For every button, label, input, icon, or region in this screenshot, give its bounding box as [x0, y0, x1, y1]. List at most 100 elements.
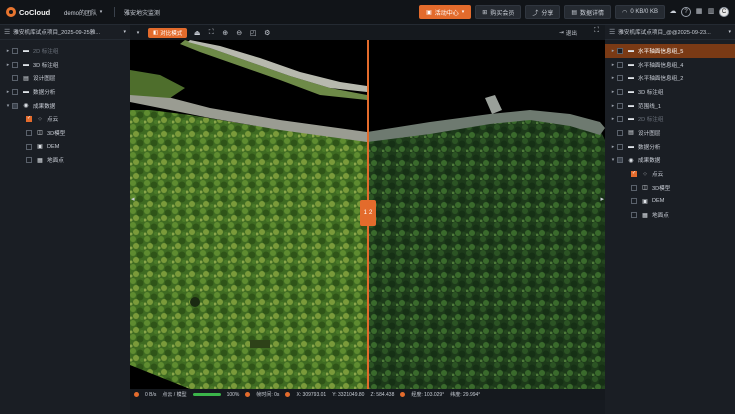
layer-item[interactable]: ▸ ▬ 范围线_1	[605, 99, 735, 113]
layer-checkbox[interactable]	[617, 157, 623, 164]
pointcloud-icon: ⁘	[642, 171, 648, 178]
chevron-down-icon: ▾	[461, 9, 465, 15]
app-logo[interactable]: CoCloud	[6, 7, 58, 17]
layer-item[interactable]: ▸ ▬ 水平轴面信息组_4	[605, 58, 735, 72]
chevron-right-icon[interactable]: ▸	[609, 48, 617, 54]
layer-item[interactable]: ▸ ▬ 水平轴面信息组_5	[605, 44, 735, 58]
buy-membership-button[interactable]: ⊞ 购买会员	[475, 5, 522, 19]
nav-right-arrow-icon[interactable]: ▸	[600, 195, 604, 203]
team-selector[interactable]: demo的团队 ▾	[64, 8, 105, 17]
chevron-right-icon[interactable]: ▸	[4, 89, 12, 95]
layer-item[interactable]: ▸ ▬ 3D 标注组	[605, 85, 735, 99]
layer-checkbox[interactable]	[631, 212, 637, 219]
layer-item[interactable]: ▦ 地面点	[605, 208, 735, 222]
layer-checkbox[interactable]	[26, 115, 32, 123]
layer-checkbox[interactable]	[26, 157, 32, 164]
fit-view-icon[interactable]: ⛶	[207, 29, 215, 37]
layer-item[interactable]: ▣ DEM	[605, 195, 735, 209]
layer-checkbox[interactable]	[617, 143, 623, 150]
chevron-down-icon[interactable]: ▾	[609, 157, 617, 163]
layer-checkbox[interactable]	[26, 143, 32, 150]
layer-item[interactable]: ▤ 设计图层	[605, 126, 735, 140]
layer-checkbox[interactable]	[631, 184, 637, 191]
layer-label: 2D 标注组	[638, 117, 664, 124]
layer-checkbox[interactable]	[631, 198, 637, 205]
layer-checkbox[interactable]	[617, 129, 623, 136]
net-speed: 0 B/s	[145, 391, 157, 398]
chevron-down-icon: ▾	[99, 9, 103, 15]
layer-item[interactable]: ▸ ▬ 2D 标注组	[605, 112, 735, 126]
layer-item[interactable]: ▾ ◉ 成果数据	[605, 154, 735, 168]
latitude: 纬度: 29.994°	[450, 392, 481, 398]
divider	[114, 7, 116, 17]
layer-checkbox[interactable]	[12, 88, 18, 95]
chevron-right-icon[interactable]: ▸	[609, 75, 617, 81]
layer-item[interactable]: ▸ ▬ 3D 标注组	[0, 58, 130, 72]
layer-checkbox[interactable]	[12, 47, 18, 54]
load-progress-bar	[192, 393, 221, 396]
left-layer-tree: ▸ ▬ 2D 标注组 ▸ ▬ 3D 标注组 ▤ 设计图层 ▸ ▬ 数据分析 ▾ ◉ 成果数据 ⁘ 点云 ◫ 3D模…	[0, 40, 130, 167]
fullscreen-icon[interactable]: ⛶	[594, 27, 599, 35]
compare-mode-button[interactable]: ◧ 对比模式	[148, 27, 188, 38]
compare-icon: ◧	[153, 29, 159, 36]
chevron-right-icon[interactable]: ▸	[609, 144, 617, 150]
layers-icon[interactable]: ◰	[249, 29, 257, 37]
right-project-selector[interactable]: ☰ 雅安机库试点项目_@@2025-09-23... ▾	[605, 25, 735, 40]
layer-item[interactable]: ▸ ▬ 水平轴面信息组_2	[605, 71, 735, 85]
layer-item[interactable]: ▸ ▬ 2D 标注组	[0, 44, 130, 58]
layer-item[interactable]: ⁘ 点云	[605, 167, 735, 181]
layer-checkbox[interactable]	[26, 129, 32, 136]
layer-item[interactable]: ▾ ◉ 成果数据	[0, 99, 130, 113]
nav-left-arrow-icon[interactable]: ◂	[131, 195, 135, 203]
layer-checkbox[interactable]	[12, 61, 18, 68]
left-project-selector[interactable]: ☰ 雅安机库试点项目_2025-09-25雅... ▾	[0, 25, 130, 40]
layer-checkbox[interactable]	[617, 102, 623, 109]
layer-checkbox[interactable]	[617, 88, 623, 95]
layer-item[interactable]: ◫ 3D模型	[0, 126, 130, 140]
folder-icon: ▬	[628, 102, 634, 109]
chevron-right-icon[interactable]: ▸	[609, 89, 617, 95]
zoom-in-icon[interactable]: ⊕	[221, 29, 229, 37]
coord-y: Y: 3321049.80	[332, 391, 365, 398]
avatar[interactable]: C	[719, 7, 729, 17]
render-mode: 点云 / 模型	[162, 392, 187, 398]
layer-checkbox[interactable]	[617, 75, 623, 82]
chevron-down-icon[interactable]: ▾	[4, 103, 12, 109]
grid-icon[interactable]: ▦	[695, 8, 703, 16]
settings-icon[interactable]: ⚙	[263, 29, 271, 37]
chevron-right-icon[interactable]: ▸	[609, 103, 617, 109]
exit-icon: ⇥	[559, 29, 564, 36]
layout-icon[interactable]: ▥	[707, 8, 715, 16]
layer-checkbox[interactable]	[617, 61, 623, 68]
layer-item[interactable]: ▸ ▬ 数据分析	[0, 85, 130, 99]
layer-checkbox[interactable]	[631, 170, 637, 178]
layer-checkbox[interactable]	[617, 116, 623, 123]
folder-icon: ▬	[23, 88, 29, 95]
exit-button[interactable]: ⇥ 退出	[559, 27, 577, 38]
progress-text: 100%	[226, 391, 240, 398]
compare-viewport[interactable]: ▾ ◧ 对比模式 ⏏ ⛶ ⊕ ⊖ ◰ ⚙ ⇥ 退出 ⛶ ◂ ▸ 1 2	[130, 25, 605, 389]
split-handle[interactable]: 1 2	[360, 200, 376, 226]
layer-item[interactable]: ⁘ 点云	[0, 112, 130, 126]
zoom-out-icon[interactable]: ⊖	[235, 29, 243, 37]
data-details-button[interactable]: ▤ 数据详情	[564, 5, 612, 19]
chevron-right-icon[interactable]: ▸	[609, 116, 617, 122]
activity-center-button[interactable]: ▣ 活动中心 ▾	[419, 5, 472, 19]
measure-icon[interactable]: ⏏	[193, 29, 201, 37]
layer-checkbox[interactable]	[12, 75, 18, 82]
chevron-right-icon[interactable]: ▸	[609, 62, 617, 68]
layer-checkbox[interactable]	[617, 47, 623, 54]
share-button[interactable]: ⤴ 分享	[525, 5, 561, 19]
layer-item[interactable]: ▸ ▬ 数据分析	[605, 140, 735, 154]
layer-checkbox[interactable]	[12, 102, 18, 109]
layer-item[interactable]: ▣ DEM	[0, 140, 130, 154]
pointcloud-icon: ⁘	[37, 116, 43, 123]
chevron-right-icon[interactable]: ▸	[4, 62, 12, 68]
chevron-right-icon[interactable]: ▸	[4, 48, 12, 54]
help-icon[interactable]: ?	[681, 7, 691, 17]
chevron-down-icon[interactable]: ▾	[134, 30, 142, 36]
layer-item[interactable]: ◫ 3D模型	[605, 181, 735, 195]
layer-item[interactable]: ▦ 地面点	[0, 154, 130, 168]
layer-item[interactable]: ▤ 设计图层	[0, 71, 130, 85]
cloud-icon[interactable]: ☁	[669, 8, 677, 16]
